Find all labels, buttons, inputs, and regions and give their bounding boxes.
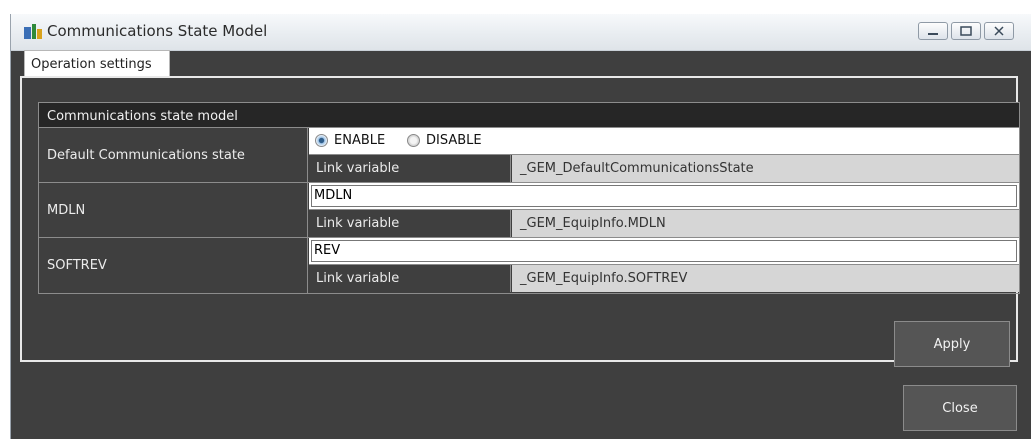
softrev-input[interactable]: REV (311, 240, 1017, 262)
radio-unselected-icon (407, 134, 420, 147)
apply-button[interactable]: Apply (894, 321, 1010, 367)
link-variable-label: Link variable (309, 155, 511, 182)
settings-grid: Communications state model Default Commu… (38, 102, 1020, 294)
radio-enable[interactable]: ENABLE (315, 133, 385, 148)
link-variable-value: _GEM_EquipInfo.SOFTREV (512, 265, 1019, 292)
tab-operation-settings[interactable]: Operation settings (24, 50, 170, 76)
close-window-button[interactable] (984, 22, 1014, 40)
row-mdln: MDLN MDLN Link variable _GEM_EquipInfo.M… (39, 183, 1019, 238)
row-label: Default Communications state (39, 128, 308, 182)
app-icon (24, 24, 42, 39)
close-icon (994, 26, 1004, 36)
close-button[interactable]: Close (903, 385, 1017, 431)
radio-disable-label: DISABLE (426, 133, 482, 148)
radio-enable-label: ENABLE (334, 133, 386, 148)
maximize-button[interactable] (951, 22, 981, 40)
link-variable-label: Link variable (309, 265, 511, 292)
row-default-communications-state: Default Communications state ENABLE DISA… (39, 128, 1019, 183)
radio-selected-icon (315, 134, 328, 147)
maximize-icon (960, 26, 972, 36)
row-label: MDLN (39, 183, 308, 237)
mdln-input[interactable]: MDLN (311, 185, 1017, 207)
link-variable-value: _GEM_EquipInfo.MDLN (512, 210, 1019, 237)
link-variable-value: _GEM_DefaultCommunicationsState (512, 155, 1019, 182)
minimize-button[interactable] (918, 22, 948, 40)
link-variable-label: Link variable (309, 210, 511, 237)
title-bar[interactable]: Communications State Model (11, 14, 1031, 51)
radio-group: ENABLE DISABLE (309, 128, 1019, 155)
input-cell: REV (309, 238, 1019, 265)
input-cell: MDLN (309, 183, 1019, 210)
radio-disable[interactable]: DISABLE (407, 133, 482, 148)
row-label: SOFTREV (39, 238, 308, 293)
minimize-icon (928, 33, 938, 35)
row-softrev: SOFTREV REV Link variable _GEM_EquipInfo… (39, 238, 1019, 293)
window-title: Communications State Model (47, 22, 268, 40)
section-header: Communications state model (39, 103, 1019, 128)
